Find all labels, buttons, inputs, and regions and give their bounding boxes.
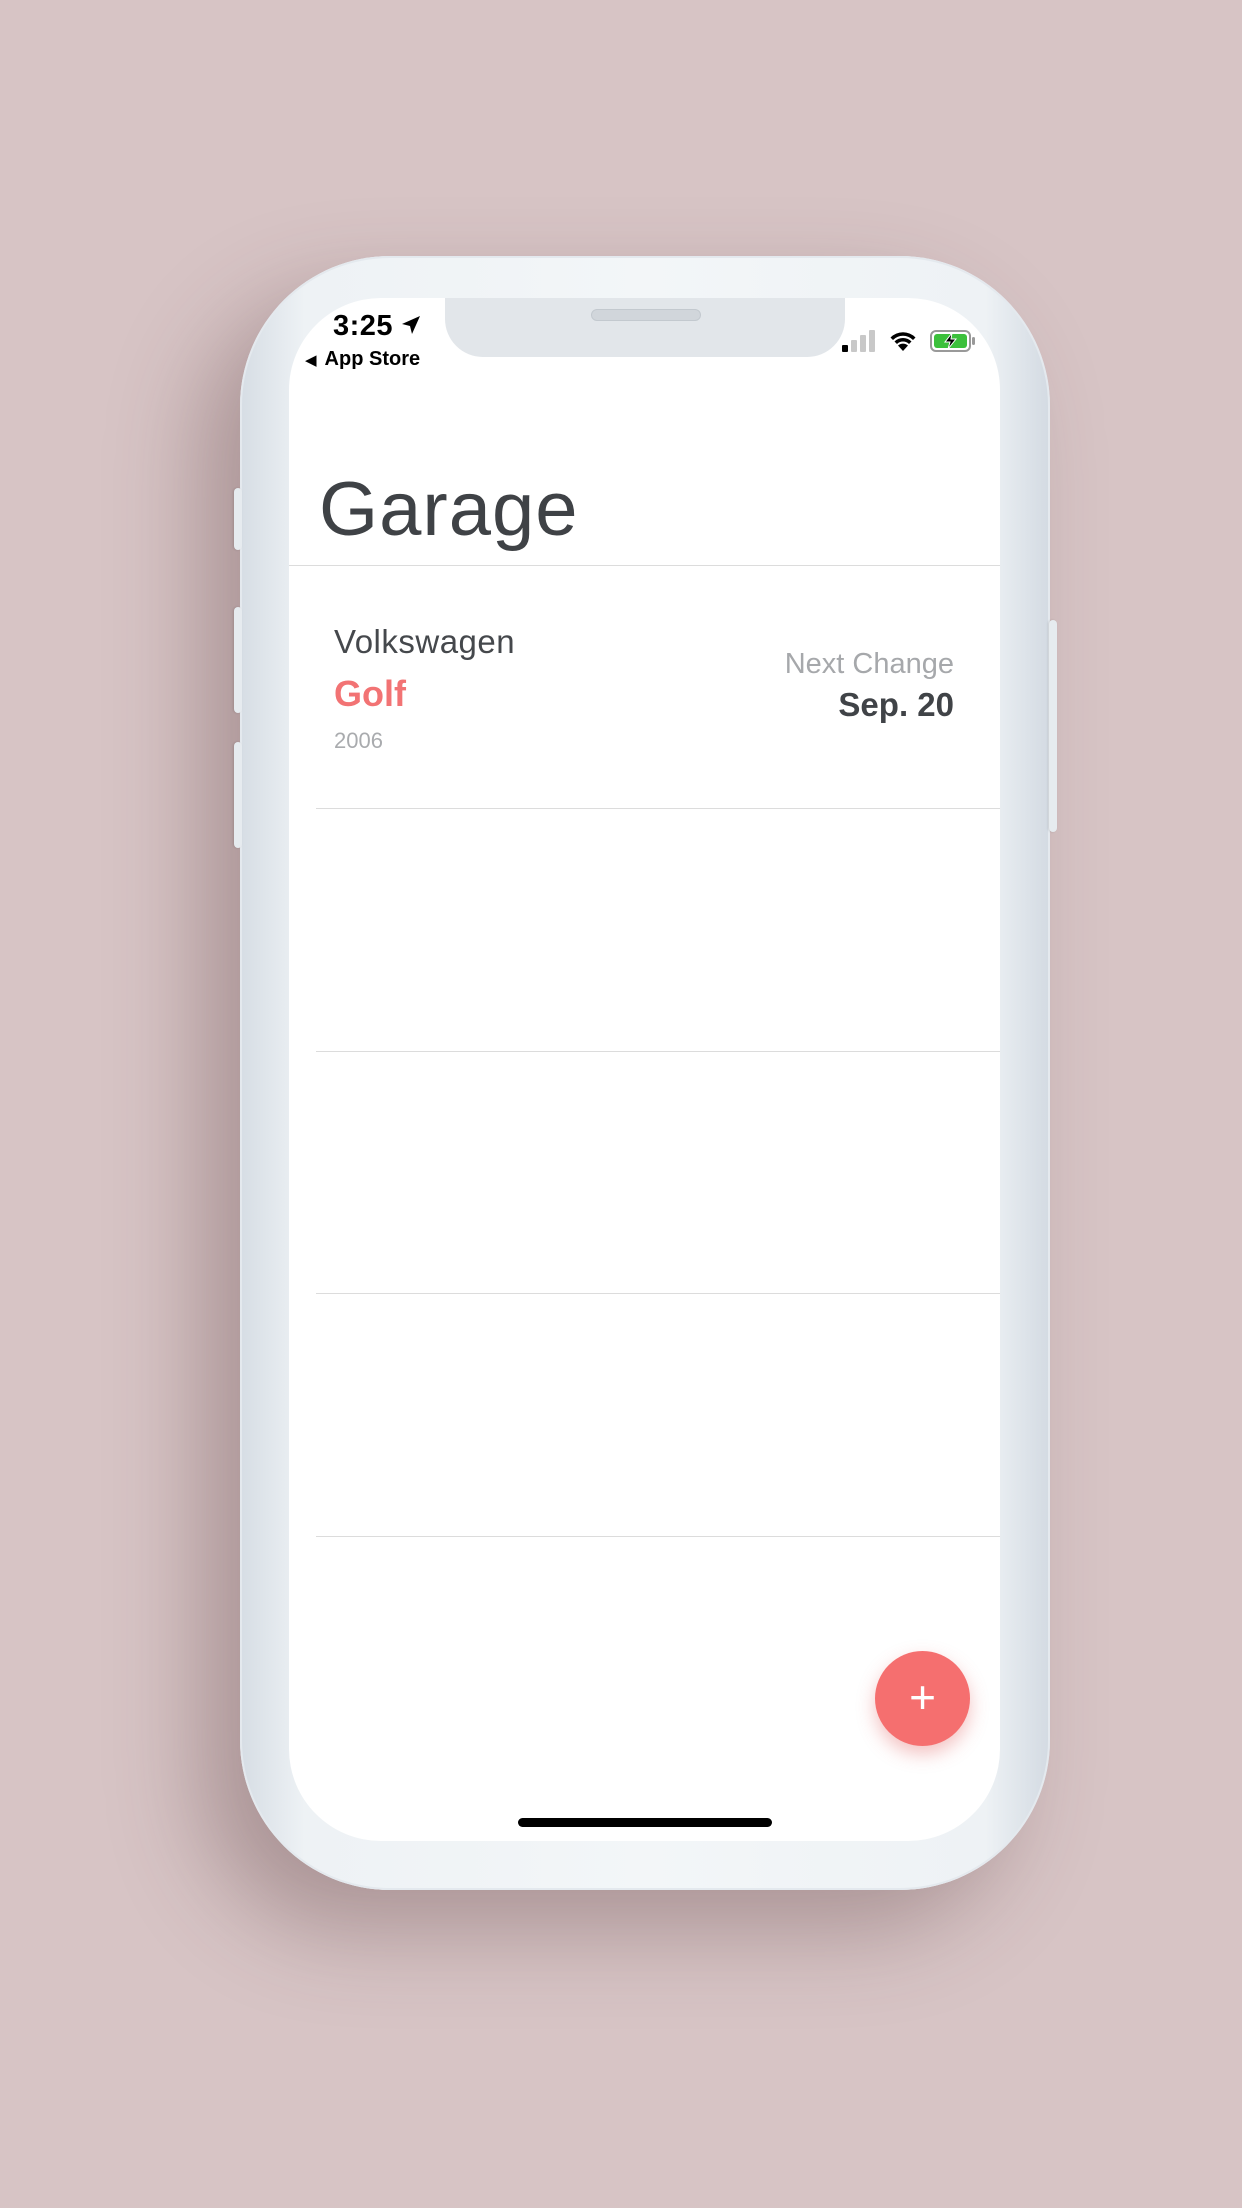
status-time: 3:25 xyxy=(333,310,394,342)
volume-down-button xyxy=(234,742,242,848)
list-divider xyxy=(316,1051,1000,1052)
phone-screen: 3:25 ◀ App Store Garage Volkswagen Golf xyxy=(289,298,1000,1841)
notch xyxy=(445,298,845,357)
volume-up-button xyxy=(234,607,242,713)
add-car-button[interactable]: + xyxy=(875,1651,970,1746)
battery-charging-icon xyxy=(930,330,975,352)
list-divider xyxy=(316,1293,1000,1294)
status-icons xyxy=(842,330,976,352)
mute-switch xyxy=(234,488,242,550)
location-arrow-icon xyxy=(402,316,420,334)
list-divider xyxy=(316,1536,1000,1537)
car-model: Golf xyxy=(334,673,406,714)
cellular-signal-icon xyxy=(842,330,875,352)
next-change-date: Sep. 20 xyxy=(838,686,954,723)
home-indicator[interactable] xyxy=(518,1818,772,1827)
back-arrow-icon: ◀ xyxy=(305,351,317,369)
car-make: Volkswagen xyxy=(334,623,516,660)
page-title: Garage xyxy=(319,467,579,552)
back-to-app-store-link[interactable]: ◀ App Store xyxy=(305,348,420,371)
header-divider xyxy=(289,565,1000,566)
speaker-grille xyxy=(591,309,701,321)
wifi-icon xyxy=(890,332,916,351)
car-year: 2006 xyxy=(334,728,383,753)
power-button xyxy=(1049,620,1057,832)
back-app-label: App Store xyxy=(324,348,421,370)
next-change-label: Next Change xyxy=(784,648,954,680)
list-divider xyxy=(316,808,1000,809)
